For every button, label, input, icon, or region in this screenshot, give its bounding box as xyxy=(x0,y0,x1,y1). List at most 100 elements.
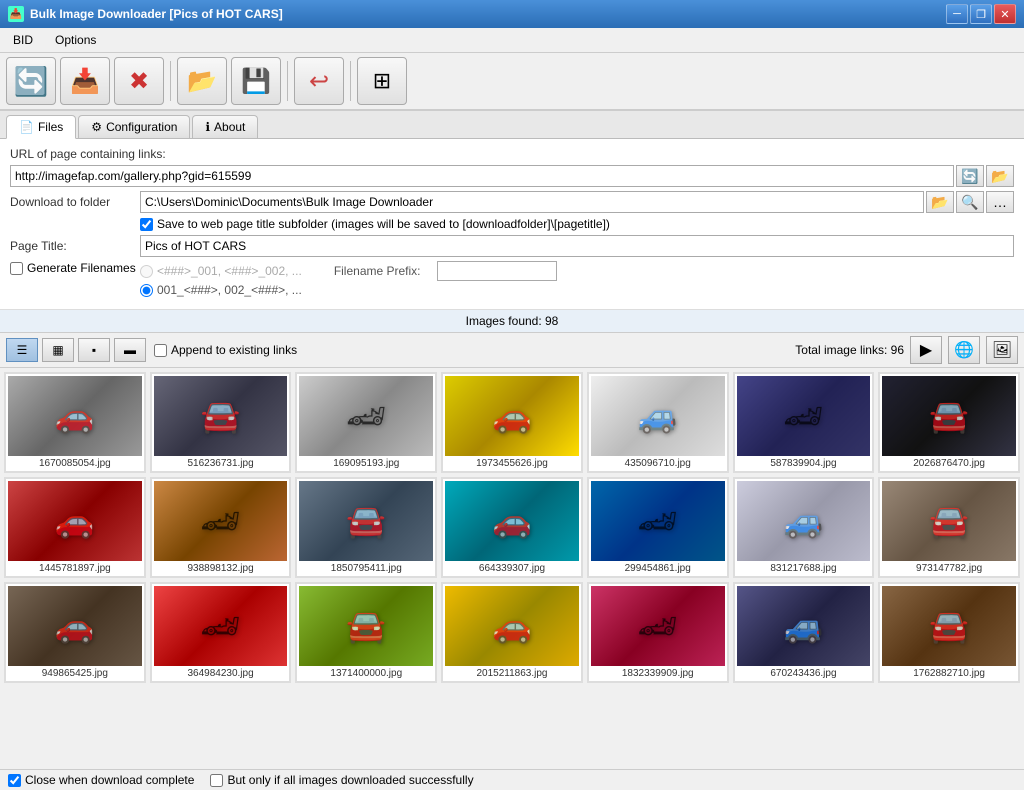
about-tab-icon: ℹ xyxy=(205,120,210,134)
config-tab-icon: ⚙ xyxy=(91,120,102,134)
generate-filenames-checkbox[interactable] xyxy=(10,262,23,275)
image-filename: 435096710.jpg xyxy=(625,458,691,469)
browse-folder-button[interactable]: 📂 xyxy=(926,191,954,213)
thumb-preview-button[interactable]: 🖼 xyxy=(986,336,1018,364)
generate-filenames-row: Generate Filenames <###>_001, <###>_002,… xyxy=(10,261,1014,297)
url-folder-button[interactable]: 📂 xyxy=(986,165,1014,187)
download-label: Download to folder xyxy=(10,195,140,209)
image-cell[interactable]: 🚗949865425.jpg xyxy=(4,582,146,683)
prefix-label: Filename Prefix: xyxy=(334,264,421,278)
image-cell[interactable]: 🚘973147782.jpg xyxy=(878,477,1020,578)
image-cell[interactable]: 🚘1762882710.jpg xyxy=(878,582,1020,683)
grid-button[interactable]: ⊞ xyxy=(357,57,407,105)
view-thumb-small-button[interactable]: ▦ xyxy=(42,338,74,362)
image-cell[interactable]: 🚗1973455626.jpg xyxy=(441,372,583,473)
image-cell[interactable]: 🏎299454861.jpg xyxy=(587,477,729,578)
image-filename: 1762882710.jpg xyxy=(913,668,985,679)
image-cell[interactable]: 🚘1371400000.jpg xyxy=(295,582,437,683)
image-cell[interactable]: 🏎587839904.jpg xyxy=(733,372,875,473)
url-label: URL of page containing links: xyxy=(10,147,166,161)
image-cell[interactable]: 🚙670243436.jpg xyxy=(733,582,875,683)
radio2-label: 001_<###>, 002_<###>, ... xyxy=(157,283,302,297)
image-grid: 🚗1670085054.jpg🚘516236731.jpg🏎169095193.… xyxy=(4,372,1020,683)
image-filename: 949865425.jpg xyxy=(42,668,108,679)
image-filename: 831217688.jpg xyxy=(770,563,836,574)
images-found-label: Images found: 98 xyxy=(466,314,559,328)
generate-filenames-label: Generate Filenames xyxy=(27,261,136,275)
view-thumb-medium-button[interactable]: ▪ xyxy=(78,338,110,362)
tab-files[interactable]: 📄 Files xyxy=(6,115,76,139)
url-row: URL of page containing links: xyxy=(10,147,1014,161)
image-filename: 1445781897.jpg xyxy=(39,563,111,574)
download-folder-row: Download to folder 📂 🔍 … xyxy=(10,191,1014,213)
radio-pattern-2: 001_<###>, 002_<###>, ... xyxy=(140,283,302,297)
image-filename: 299454861.jpg xyxy=(625,563,691,574)
url-input-row: 🔄 📂 xyxy=(10,165,1014,187)
window-title: Bulk Image Downloader [Pics of HOT CARS] xyxy=(30,7,283,21)
image-cell[interactable]: 🚙435096710.jpg xyxy=(587,372,729,473)
image-filename: 664339307.jpg xyxy=(479,563,545,574)
web-button[interactable]: 🌐 xyxy=(948,336,980,364)
images-found-bar: Images found: 98 xyxy=(0,310,1024,333)
radio-pattern-1: <###>_001, <###>_002, ... xyxy=(140,264,302,278)
restore-button[interactable]: ❐ xyxy=(970,4,992,24)
start-button[interactable]: 🔄 xyxy=(6,57,56,105)
stop-button[interactable]: ✖ xyxy=(114,57,164,105)
menu-options[interactable]: Options xyxy=(46,30,105,50)
menu-bid[interactable]: BID xyxy=(4,30,42,50)
image-cell[interactable]: 🏎938898132.jpg xyxy=(150,477,292,578)
image-cell[interactable]: 🚗664339307.jpg xyxy=(441,477,583,578)
image-cell[interactable]: 🚘2026876470.jpg xyxy=(878,372,1020,473)
url-refresh-button[interactable]: 🔄 xyxy=(956,165,984,187)
download-all-button[interactable]: ▶ xyxy=(910,336,942,364)
image-filename: 1371400000.jpg xyxy=(330,668,402,679)
image-cell[interactable]: 🚘1850795411.jpg xyxy=(295,477,437,578)
subfolder-checkbox[interactable] xyxy=(140,218,153,231)
image-grid-container[interactable]: 🚗1670085054.jpg🚘516236731.jpg🏎169095193.… xyxy=(0,368,1024,769)
undo-button[interactable]: ↩ xyxy=(294,57,344,105)
tab-about[interactable]: ℹ About xyxy=(192,115,258,138)
minimize-button[interactable]: ─ xyxy=(946,4,968,24)
view-thumb-large-button[interactable]: ▬ xyxy=(114,338,146,362)
tab-bar: 📄 Files ⚙ Configuration ℹ About xyxy=(0,111,1024,139)
only-if-all-checkbox[interactable] xyxy=(210,774,223,787)
total-links-label: Total image links: 96 xyxy=(795,343,904,357)
image-cell[interactable]: 🚗1445781897.jpg xyxy=(4,477,146,578)
close-button[interactable]: ✕ xyxy=(994,4,1016,24)
download-button[interactable]: 📥 xyxy=(60,57,110,105)
page-title-input[interactable] xyxy=(140,235,1014,257)
image-filename: 670243436.jpg xyxy=(770,668,836,679)
only-label: But only if all images downloaded succes… xyxy=(227,773,473,787)
save-button[interactable]: 💾 xyxy=(231,57,281,105)
view-list-button[interactable]: ☰ xyxy=(6,338,38,362)
files-tab-icon: 📄 xyxy=(19,120,34,134)
status-bar: Close when download complete But only if… xyxy=(0,769,1024,790)
menu-bar: BID Options xyxy=(0,28,1024,53)
image-cell[interactable]: 🚗1670085054.jpg xyxy=(4,372,146,473)
image-filename: 1670085054.jpg xyxy=(39,458,111,469)
page-title-label: Page Title: xyxy=(10,239,140,253)
close-on-complete-checkbox[interactable] xyxy=(8,774,21,787)
image-cell[interactable]: 🏎169095193.jpg xyxy=(295,372,437,473)
open-folder-button[interactable]: 🔍 xyxy=(956,191,984,213)
download-folder-input[interactable] xyxy=(140,191,924,213)
image-filename: 364984230.jpg xyxy=(187,668,253,679)
folder-button[interactable]: 📂 xyxy=(177,57,227,105)
image-cell[interactable]: 🚙831217688.jpg xyxy=(733,477,875,578)
page-title-row: Page Title: xyxy=(10,235,1014,257)
url-input[interactable] xyxy=(10,165,954,187)
prefix-input[interactable] xyxy=(437,261,557,281)
image-cell[interactable]: 🚗2015211863.jpg xyxy=(441,582,583,683)
image-filename: 587839904.jpg xyxy=(770,458,836,469)
image-cell[interactable]: 🏎1832339909.jpg xyxy=(587,582,729,683)
tab-configuration[interactable]: ⚙ Configuration xyxy=(78,115,190,138)
image-filename: 516236731.jpg xyxy=(187,458,253,469)
image-cell[interactable]: 🚘516236731.jpg xyxy=(150,372,292,473)
append-checkbox[interactable] xyxy=(154,344,167,357)
image-cell[interactable]: 🏎364984230.jpg xyxy=(150,582,292,683)
image-filename: 169095193.jpg xyxy=(333,458,399,469)
toolbar: 🔄 📥 ✖ 📂 💾 ↩ ⊞ xyxy=(0,53,1024,111)
more-options-button[interactable]: … xyxy=(986,191,1014,213)
radio1-label: <###>_001, <###>_002, ... xyxy=(157,264,302,278)
app-icon: 📥 xyxy=(8,6,24,22)
